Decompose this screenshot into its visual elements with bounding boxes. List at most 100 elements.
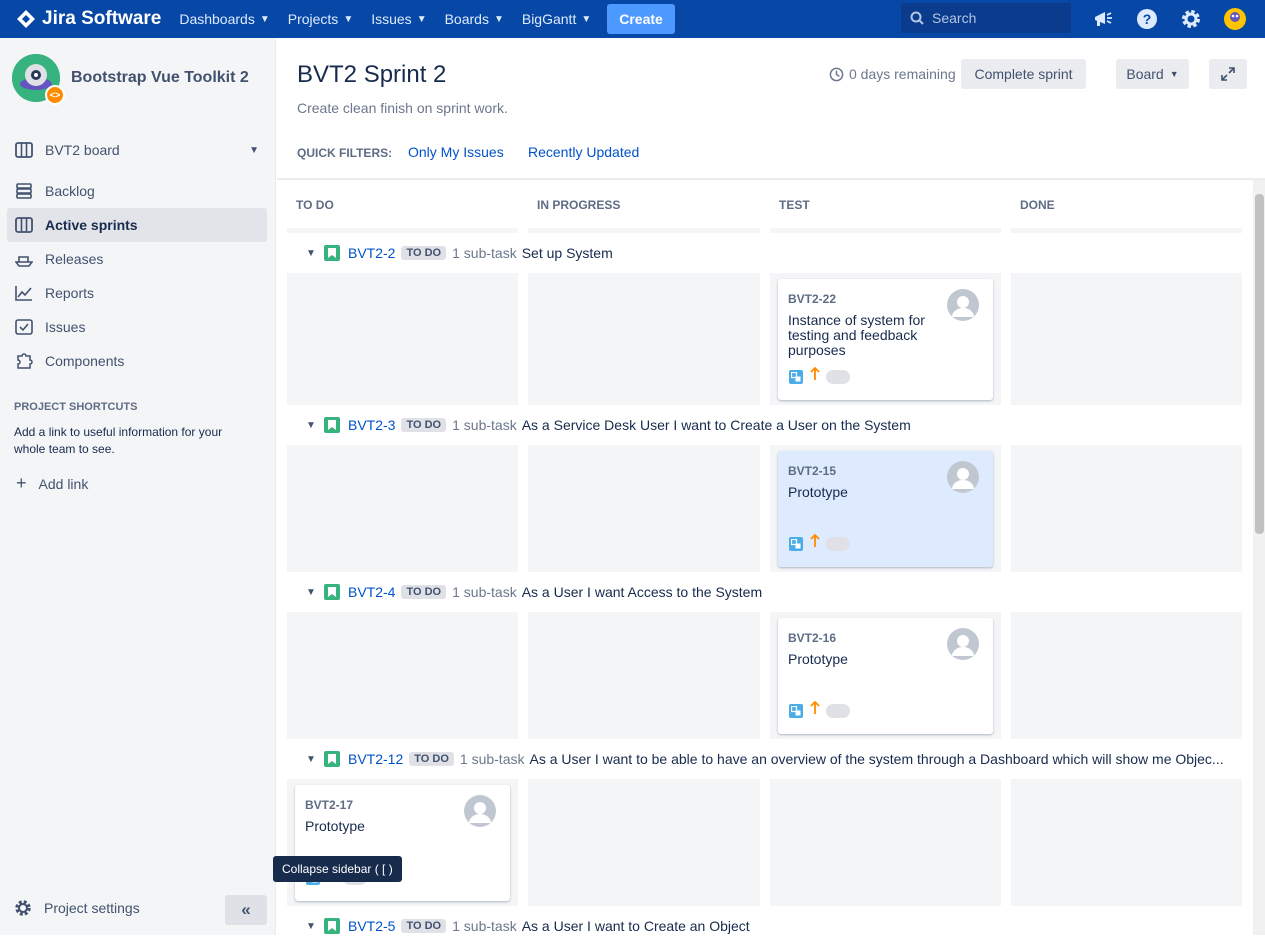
story-icon [324,584,340,600]
sprint-goal: Create clean finish on sprint work. [297,100,508,116]
swimlane-header[interactable]: ▼ BVT2-12 TO DO 1 sub-task As a User I want … [306,749,1224,769]
board-cell[interactable] [287,612,518,739]
filter-only-my-issues[interactable]: Only My Issues [408,144,504,160]
ship-icon [15,251,35,267]
column-bar [1011,228,1242,233]
issue-card[interactable]: BVT2-15 Prototype [778,451,993,567]
sidebar-item-reports[interactable]: Reports [7,276,267,310]
board-cell[interactable] [528,612,760,739]
chevron-down-icon[interactable]: ▼ [306,754,318,765]
project-settings-link[interactable]: Project settings [14,899,140,917]
chevron-down-icon[interactable]: ▼ [306,587,318,598]
nav-boards[interactable]: Boards ▼ [445,11,504,27]
story-icon [324,918,340,934]
sidebar-item-active-sprints[interactable]: Active sprints [7,208,267,242]
sidebar-item-components[interactable]: Components [7,344,267,378]
subtask-count: 1 sub-task [452,584,517,600]
swimlane-header[interactable]: ▼ BVT2-3 TO DO 1 sub-task As a Service Desk … [306,415,911,435]
board-cell[interactable] [528,273,760,405]
sidebar-item-issues[interactable]: Issues [7,310,267,344]
nav-label: Boards [444,11,489,27]
swimlane-header[interactable]: ▼ BVT2-5 TO DO 1 sub-task As a User I want t… [306,916,750,936]
board-selector[interactable]: BVT2 board ▼ [7,133,267,167]
scrollbar-thumb[interactable] [1255,194,1264,534]
parent-issue-key[interactable]: BVT2-3 [348,417,395,433]
parent-issue-summary: As a User I want Access to the System [521,584,763,600]
card-issue-key: BVT2-15 [788,464,837,478]
nav-issues[interactable]: Issues ▼ [371,11,426,27]
sidebar-item-label: Backlog [45,183,95,199]
nav-biggantt[interactable]: BigGantt ▼ [522,11,591,27]
sidebar-item-backlog[interactable]: Backlog [7,174,267,208]
chevron-down-icon[interactable]: ▼ [306,921,318,932]
nav-label: BigGantt [521,11,577,27]
subtask-count: 1 sub-task [459,751,525,767]
card-summary: Prototype [305,818,365,834]
add-link-button[interactable]: + Add link [14,473,88,494]
svg-text:?: ? [1143,11,1152,27]
board-cell[interactable] [770,779,1001,906]
board-cell[interactable] [1011,445,1242,572]
board-cell[interactable] [1011,779,1242,906]
unassigned-avatar-icon[interactable] [947,461,979,493]
search-icon [910,11,924,25]
quick-filters-label: QUICK FILTERS: [297,146,393,160]
unassigned-avatar-icon[interactable] [947,289,979,321]
story-icon [324,417,340,433]
parent-issue-key[interactable]: BVT2-4 [348,584,395,600]
user-avatar-icon[interactable] [1223,7,1247,31]
board-menu-label: Board [1126,66,1164,82]
unassigned-avatar-icon[interactable] [947,628,979,660]
fullscreen-button[interactable] [1209,59,1247,89]
card-footer [789,533,850,553]
swimlane-header[interactable]: ▼ BVT2-4 TO DO 1 sub-task As a User I want A… [306,582,762,602]
board-menu-button[interactable]: Board ▼ [1116,59,1189,89]
board-cell[interactable] [528,445,760,572]
issue-card[interactable]: BVT2-22 Instance of system for testing an… [778,279,993,400]
swimlane-header[interactable]: ▼ BVT2-2 TO DO 1 sub-task Set up System [306,243,613,263]
board-cell[interactable] [1011,612,1242,739]
chevron-down-icon[interactable]: ▼ [306,420,318,431]
unassigned-avatar-icon[interactable] [464,795,496,827]
column-header-done: DONE [1020,198,1055,212]
status-lozenge: TO DO [401,585,447,599]
complete-sprint-button[interactable]: Complete sprint [961,59,1086,89]
chevron-down-icon[interactable]: ▼ [306,248,318,259]
search-input[interactable]: Search [901,3,1071,33]
settings-gear-icon[interactable] [1179,7,1203,31]
collapse-sidebar-button[interactable]: « [225,895,267,925]
help-icon[interactable]: ? [1135,7,1159,31]
subtask-icon [789,369,803,384]
status-lozenge: TO DO [401,919,447,933]
create-button[interactable]: Create [607,4,675,34]
board-cell[interactable] [528,779,760,906]
nav-dashboards[interactable]: Dashboards ▼ [179,11,269,27]
days-remaining: 0 days remaining [829,66,956,82]
board-cell[interactable] [287,445,518,572]
nav-projects[interactable]: Projects ▼ [288,11,353,27]
parent-issue-key[interactable]: BVT2-12 [348,751,403,767]
issue-card[interactable]: BVT2-16 Prototype [778,618,993,734]
jira-logo[interactable]: Jira Software [16,8,161,30]
nav-label: Issues [371,11,412,27]
issue-card[interactable]: BVT2-17 Prototype [295,785,510,901]
subtask-icon [789,536,803,551]
nav-label: Projects [287,11,339,27]
chevron-down-icon: ▼ [259,13,270,25]
notifications-megaphone-icon[interactable] [1091,7,1115,31]
board-cell[interactable] [1011,273,1242,405]
header-divider [277,178,1265,180]
issues-icon [15,319,35,335]
card-issue-key: BVT2-16 [788,631,837,645]
filter-recently-updated[interactable]: Recently Updated [528,144,639,160]
parent-issue-key[interactable]: BVT2-5 [348,918,395,934]
project-header[interactable]: <> Bootstrap Vue Toolkit 2 [12,54,249,105]
sidebar-item-releases[interactable]: Releases [7,242,267,276]
card-summary: Prototype [788,651,848,667]
parent-issue-key[interactable]: BVT2-2 [348,245,395,261]
column-bar [770,228,1001,233]
card-summary: Prototype [788,484,848,500]
chevron-down-icon: ▼ [249,144,259,156]
sidebar-item-label: Active sprints [45,217,138,233]
board-cell[interactable] [287,273,518,405]
